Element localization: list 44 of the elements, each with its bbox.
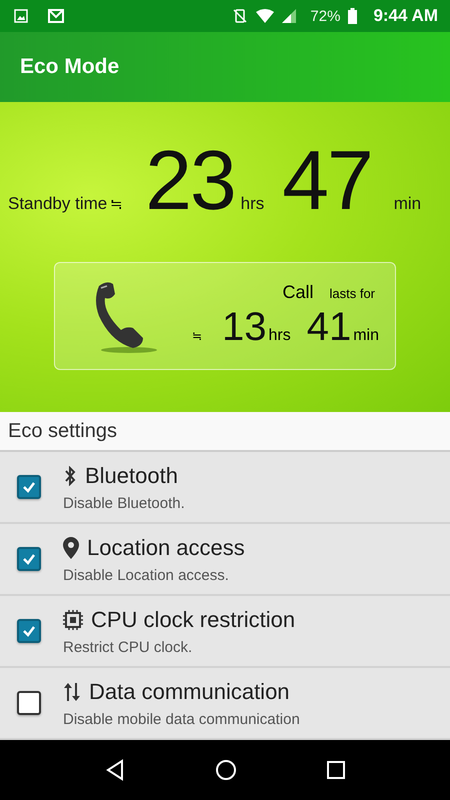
call-label: Call [282,282,314,303]
checkbox[interactable] [17,691,41,715]
setting-description: Disable Location access. [63,566,230,584]
standby-hours: 23 [145,138,235,222]
standby-minutes: 47 [282,138,372,222]
setting-description: Restrict CPU clock. [63,638,194,656]
home-icon[interactable] [214,759,237,781]
call-hours: 13 [222,305,266,350]
clock: 9:44 AM [373,6,438,26]
bluetooth-icon [63,466,77,486]
minutes-unit: min [353,327,379,345]
mail-icon [48,9,64,23]
signal-icon [282,9,296,23]
recents-icon[interactable] [326,760,346,780]
gallery-icon [14,9,28,23]
checkbox[interactable] [17,619,41,643]
setting-title: CPU clock restriction [91,606,296,632]
chip-icon [63,610,83,630]
call-minutes: 41 [306,305,352,350]
setting-description: Disable mobile data communication [63,710,300,728]
setting-title: Bluetooth [85,462,178,488]
setting-row[interactable]: CPU clock restriction Restrict CPU clock. [0,596,450,668]
hours-unit: hrs [268,327,291,345]
battery-percent: 72% [310,8,340,24]
standby-label: Standby time [8,194,108,214]
data-arrows-icon [63,682,81,702]
minutes-unit: min [394,194,422,214]
vibrate-off-icon [232,8,248,24]
call-sublabel: lasts for [329,286,375,301]
setting-title: Location access [87,534,245,560]
setting-description: Disable Bluetooth. [63,494,185,512]
setting-title: Data communication [89,678,290,704]
checkbox[interactable] [17,547,41,571]
approx-sign: ≒ [110,195,124,213]
approx-sign: ≒ [192,329,202,343]
section-header: Eco settings [0,412,450,452]
checkbox[interactable] [17,475,41,499]
location-pin-icon [63,536,79,558]
hours-unit: hrs [240,194,264,214]
battery-icon [348,8,358,24]
setting-row[interactable]: Bluetooth Disable Bluetooth. [0,452,450,524]
wifi-icon [256,9,274,23]
screen-title: Eco Mode [20,55,120,79]
setting-row[interactable]: Location access Disable Location access. [0,524,450,596]
